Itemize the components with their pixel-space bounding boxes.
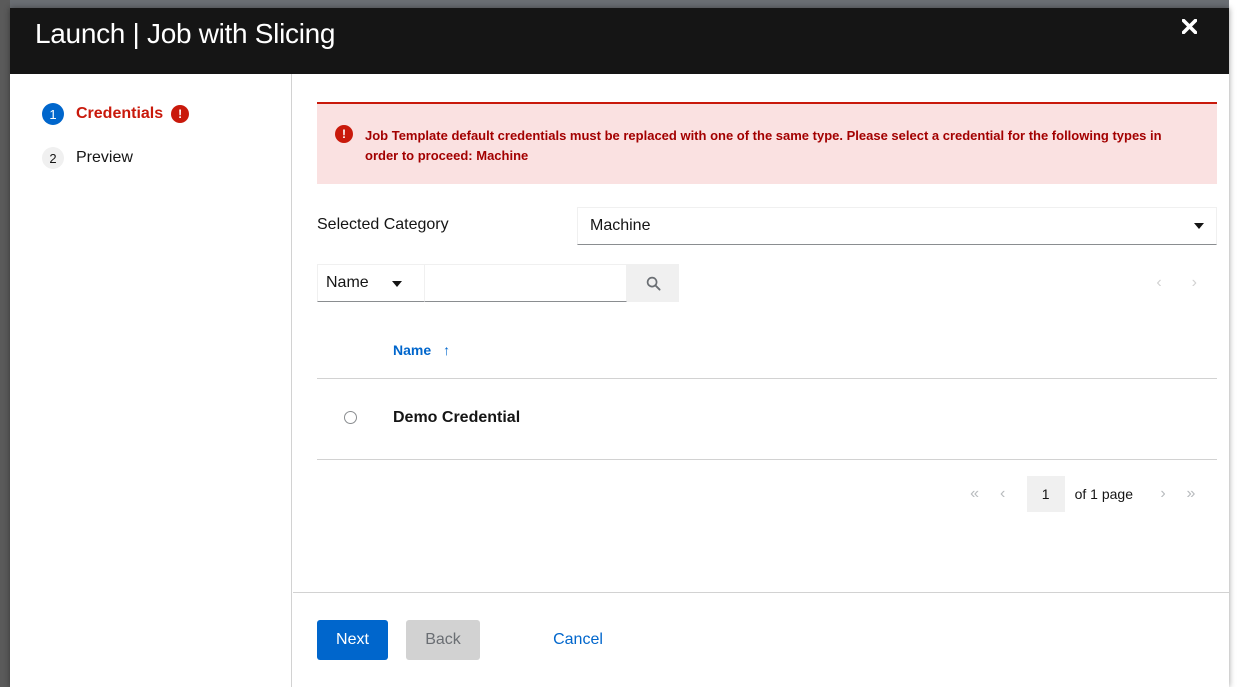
- sort-ascending-icon: ↑: [443, 342, 451, 358]
- wizard-content: ! Job Template default credentials must …: [293, 74, 1229, 592]
- modal-body: 1 Credentials ! 2 Preview ! Job Template…: [10, 74, 1229, 687]
- close-icon: [1181, 18, 1197, 34]
- top-pagination: ‹ ›: [1156, 274, 1197, 292]
- next-page-button[interactable]: ›: [1192, 274, 1197, 292]
- column-header-name[interactable]: Name ↑: [393, 342, 450, 358]
- page-number-input[interactable]: 1: [1026, 476, 1065, 512]
- step-number-badge: 1: [42, 103, 64, 125]
- table-divider: [317, 378, 1217, 379]
- category-label: Selected Category: [317, 216, 449, 233]
- last-page-button[interactable]: »: [1177, 485, 1205, 503]
- bottom-pagination: « ‹ 1 of 1 page › »: [961, 476, 1205, 512]
- search-icon: [646, 276, 661, 291]
- modal-header: Launch | Job with Slicing: [10, 8, 1229, 74]
- next-page-button[interactable]: ›: [1149, 485, 1177, 503]
- background-page-peek: [1229, 0, 1249, 687]
- column-header-label: Name: [393, 342, 432, 358]
- caret-down-icon: [392, 281, 402, 287]
- search-input[interactable]: [425, 264, 627, 302]
- error-icon: !: [171, 105, 190, 123]
- exclamation-circle-icon: !: [335, 125, 353, 143]
- filter-field-value: Name: [326, 274, 369, 291]
- nav-step-label: Credentials: [76, 105, 164, 122]
- wizard-nav: 1 Credentials ! 2 Preview: [10, 74, 292, 687]
- caret-down-icon: [1194, 223, 1204, 229]
- next-button[interactable]: Next: [317, 620, 388, 660]
- filter-field-select[interactable]: Name: [317, 264, 425, 302]
- table-divider: [317, 459, 1217, 460]
- category-select[interactable]: Machine: [577, 207, 1217, 245]
- previous-page-button[interactable]: ‹: [989, 485, 1017, 503]
- alert-message: Job Template default credentials must be…: [365, 128, 1162, 163]
- error-alert: ! Job Template default credentials must …: [317, 102, 1217, 184]
- first-page-button[interactable]: «: [961, 485, 989, 503]
- nav-step-preview[interactable]: 2 Preview: [42, 147, 133, 169]
- step-number-badge: 2: [42, 147, 64, 169]
- search-button[interactable]: [627, 264, 679, 302]
- credential-name: Demo Credential: [393, 409, 521, 426]
- close-button[interactable]: [1177, 14, 1201, 38]
- modal-title: Launch | Job with Slicing: [35, 18, 336, 49]
- page-count-text: of 1 page: [1074, 486, 1133, 502]
- background-page-edge: [0, 0, 10, 687]
- previous-page-button[interactable]: ‹: [1156, 274, 1161, 292]
- nav-step-credentials[interactable]: 1 Credentials !: [42, 103, 190, 125]
- row-select-radio[interactable]: [344, 411, 357, 424]
- category-value: Machine: [590, 217, 651, 234]
- cancel-button[interactable]: Cancel: [543, 620, 613, 660]
- wizard-footer: Next Back Cancel: [293, 592, 1229, 687]
- back-button[interactable]: Back: [406, 620, 480, 660]
- nav-step-label: Preview: [76, 149, 133, 166]
- launch-modal: Launch | Job with Slicing 1 Credentials …: [10, 8, 1229, 687]
